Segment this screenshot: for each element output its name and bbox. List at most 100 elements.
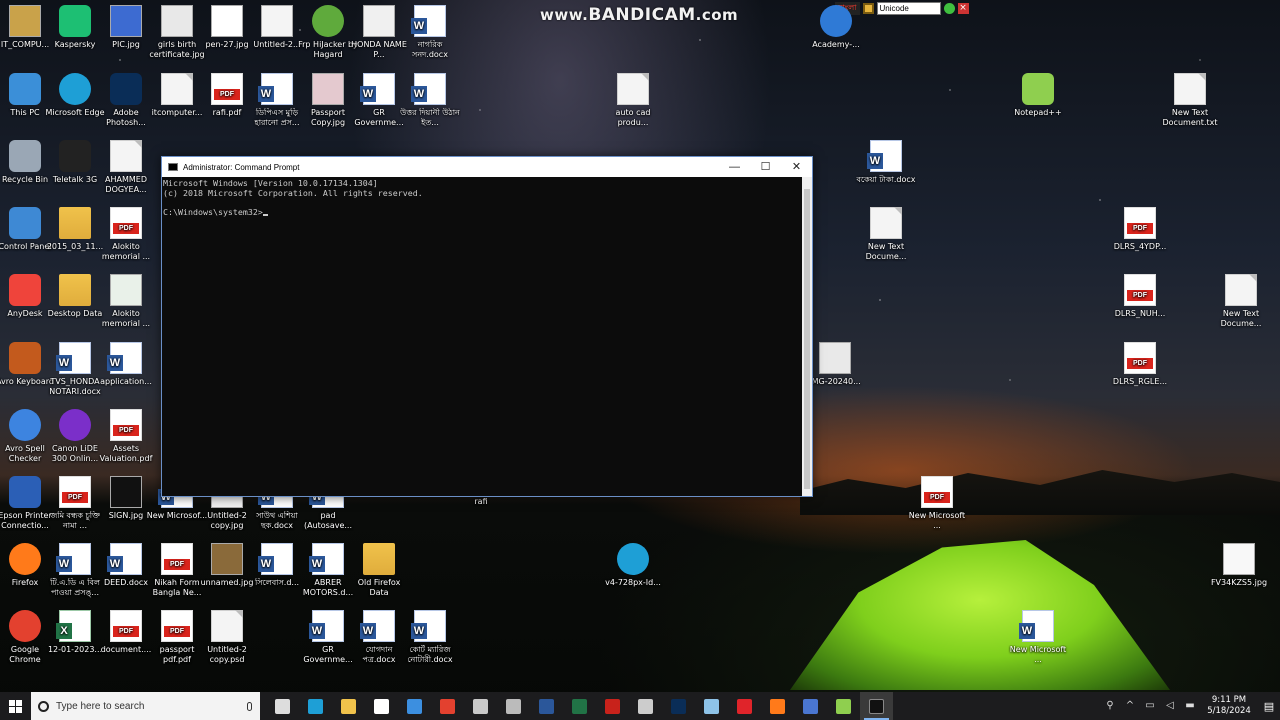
photos-icon <box>803 698 818 714</box>
taskbar-app-notepad[interactable] <box>464 692 497 720</box>
battery-icon[interactable]: ▬ <box>1183 700 1197 712</box>
window-title: Administrator: Command Prompt <box>183 162 300 172</box>
desktop-icon[interactable]: FV34KZS5.jpg <box>1208 543 1270 588</box>
paint-icon <box>638 698 653 714</box>
vertical-scrollbar[interactable] <box>802 177 812 496</box>
desktop-icon[interactable]: বকেয়া টাকা.docx <box>855 140 917 185</box>
app-icon <box>9 342 41 374</box>
taskbar-clock[interactable]: 9:11 PM 5/18/2024 <box>1200 695 1258 717</box>
avro-close-icon[interactable]: × <box>957 2 969 14</box>
show-hidden-icons-chevron-icon[interactable]: ^ <box>1123 700 1137 712</box>
word-document-icon <box>360 73 395 105</box>
document-icon <box>211 610 243 642</box>
excel-icon <box>572 698 587 714</box>
desktop-icon-label: New Microsoft ... <box>1009 645 1067 664</box>
desktop-icon[interactable]: Alokito memorial ... <box>95 207 157 262</box>
taskbar-app-firefox[interactable] <box>761 692 794 720</box>
word-document-icon <box>411 5 446 37</box>
desktop-icon-label: v4-728px-Id... <box>605 578 661 587</box>
desktop-icon[interactable]: Alokito memorial ... <box>95 274 157 329</box>
file-explorer-icon <box>341 698 356 714</box>
document-icon <box>110 140 142 172</box>
word-document-icon <box>56 543 91 575</box>
scrollbar-thumb[interactable] <box>804 189 810 489</box>
taskbar-app-task-view[interactable] <box>266 692 299 720</box>
desktop-icon[interactable]: New Text Document.txt <box>1159 73 1221 128</box>
taskbar-app-command-prompt[interactable] <box>860 692 893 720</box>
desktop-icon-label: AHAMMED DOGYEA... <box>105 175 147 194</box>
notepad-plus-icon <box>836 698 851 714</box>
desktop-icon-label: Alokito memorial ... <box>101 309 151 328</box>
desktop-icon[interactable]: AHAMMED DOGYEA... <box>95 140 157 195</box>
folder-icon <box>363 543 395 575</box>
maximize-button[interactable]: ☐ <box>750 157 781 177</box>
desktop-icon[interactable]: কোর্ট ম্যারিজ নোটারী.docx <box>399 610 461 665</box>
store-icon <box>374 698 389 714</box>
taskbar-app-chrome[interactable] <box>431 692 464 720</box>
desktop-icon-label: Untitled-2 copy.psd <box>207 645 247 664</box>
wallpaper-mountains <box>800 470 1280 515</box>
desktop-icon[interactable]: Academy-... <box>805 5 867 50</box>
desktop-icon[interactable]: উত্তর দিয়ানী উঠান ইত... <box>399 73 461 128</box>
app-icon <box>9 207 41 239</box>
close-button[interactable]: ✕ <box>781 157 812 177</box>
taskbar-app-notepad-plus[interactable] <box>827 692 860 720</box>
desktop-icon[interactable]: নাগরিক সনদ.docx <box>399 5 461 60</box>
taskbar-app-calculator[interactable] <box>497 692 530 720</box>
taskbar-app-mail[interactable] <box>398 692 431 720</box>
window-titlebar[interactable]: Administrator: Command Prompt — ☐ ✕ <box>162 157 812 177</box>
taskbar-app-photoshop[interactable] <box>662 692 695 720</box>
desktop-icon[interactable]: Untitled-2 copy.psd <box>196 610 258 665</box>
desktop-icon[interactable]: Notepad++ <box>1007 73 1069 118</box>
avro-layout-select[interactable]: Unicode <box>876 1 941 15</box>
document-icon <box>161 73 193 105</box>
volume-icon[interactable]: ◁ <box>1163 700 1177 712</box>
avro-status-icon[interactable] <box>943 2 955 14</box>
desktop-icon[interactable]: IMG-20240... <box>804 342 866 387</box>
desktop-icon[interactable]: Old Firefox Data <box>348 543 410 598</box>
taskbar-app-excel[interactable] <box>563 692 596 720</box>
desktop-icon[interactable]: v4-728px-Id... <box>602 543 664 588</box>
minimize-button[interactable]: — <box>719 157 750 177</box>
desktop-icon-label: নাগরিক সনদ.docx <box>412 40 448 59</box>
desktop-icon-label: বকেয়া টাকা.docx <box>856 175 916 184</box>
desktop-icon[interactable]: New Microsoft ... <box>1007 610 1069 665</box>
taskbar-app-record[interactable] <box>728 692 761 720</box>
taskbar-app-notepad2[interactable] <box>695 692 728 720</box>
app-icon <box>59 73 91 105</box>
action-center-icon[interactable]: ▤ <box>1258 700 1280 713</box>
desktop-icon[interactable]: DLRS_NUH... <box>1109 274 1171 319</box>
image-file-icon <box>211 543 243 575</box>
console-output[interactable]: Microsoft Windows [Version 10.0.17134.13… <box>162 177 802 496</box>
people-icon[interactable]: ⚲ <box>1103 700 1117 712</box>
taskbar-app-word[interactable] <box>530 692 563 720</box>
desktop-icon[interactable]: New Microsoft ... <box>906 476 968 531</box>
taskbar-app-acrobat[interactable] <box>596 692 629 720</box>
taskbar-app-photos[interactable] <box>794 692 827 720</box>
pdf-file-icon <box>211 73 243 105</box>
network-icon[interactable]: ▭ <box>1143 700 1157 712</box>
desktop-icon[interactable]: auto cad produ... <box>602 73 664 128</box>
command-prompt-window[interactable]: Administrator: Command Prompt — ☐ ✕ Micr… <box>161 156 813 497</box>
taskbar-app-edge[interactable] <box>299 692 332 720</box>
image-file-icon <box>211 5 243 37</box>
app-icon <box>1022 73 1054 105</box>
microphone-icon[interactable] <box>247 701 252 711</box>
desktop-icon[interactable]: DLRS_RGLE... <box>1109 342 1171 387</box>
pdf-file-icon <box>110 409 142 441</box>
desktop-icon[interactable]: DLRS_4YDP... <box>1109 207 1171 252</box>
calculator-icon <box>506 698 521 714</box>
desktop-icon[interactable]: Assets Valuation.pdf <box>95 409 157 464</box>
image-file-icon <box>110 476 142 508</box>
desktop-icon[interactable]: New Text Docume... <box>855 207 917 262</box>
desktop-icon[interactable]: application... <box>95 342 157 387</box>
taskbar-app-paint[interactable] <box>629 692 662 720</box>
taskbar-app-file-explorer[interactable] <box>332 692 365 720</box>
taskbar-search-box[interactable]: Type here to search <box>31 692 260 720</box>
command-prompt-icon <box>869 698 884 714</box>
desktop-icon-label: Old Firefox Data <box>357 578 401 597</box>
start-button[interactable] <box>0 692 31 720</box>
taskbar-app-store[interactable] <box>365 692 398 720</box>
app-icon <box>59 409 91 441</box>
desktop-icon[interactable]: New Text Docume... <box>1210 274 1272 329</box>
